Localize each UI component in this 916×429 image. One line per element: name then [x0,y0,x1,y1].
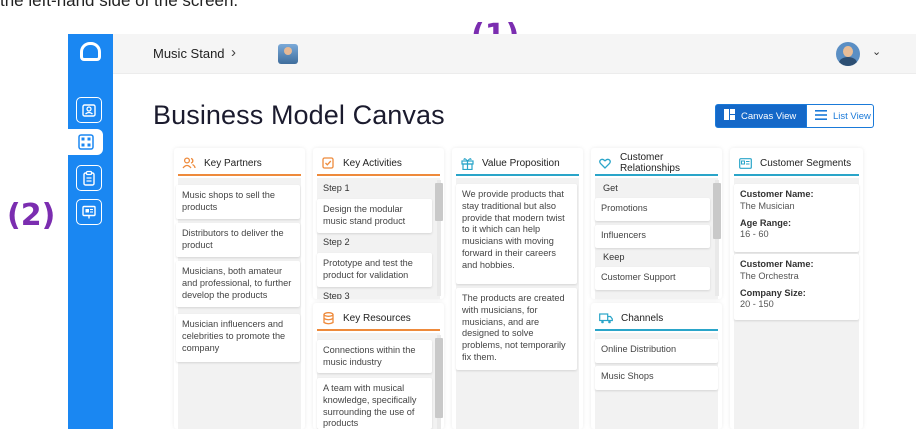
segment-card[interactable]: Customer Name: The Orchestra Company Siz… [734,254,859,320]
list-item[interactable]: Promotions [595,198,710,221]
clipboard-icon[interactable] [76,165,102,191]
id-card-icon [738,156,752,170]
key-partners-panel: Key Partners Music shops to sell the pro… [174,148,305,429]
channels-header: Channels [595,307,718,331]
key-activities-panel: Key Activities Step 1 Design the modular… [313,148,444,299]
list-item[interactable]: Music Shops [595,366,718,390]
page-title: Business Model Canvas [153,100,445,130]
group-label: Get [603,183,618,193]
key-partners-header: Key Partners [178,152,301,176]
gift-icon [460,156,474,170]
segment-field-label: Age Range: [740,217,792,228]
profile-card-icon[interactable] [76,97,102,123]
database-icon [321,311,335,325]
group-label: Keep [603,252,625,262]
customer-relationships-title: Customer Relationships [619,152,680,174]
channels-panel: Channels Online Distribution Music Shops [591,303,722,429]
partners-icon [182,156,196,170]
truck-icon [599,311,613,325]
top-bar: Music Stand › ⌄ [113,34,916,74]
breadcrumb-separator-icon: › [231,44,236,61]
user-avatar[interactable] [836,42,860,66]
key-activities-header: Key Activities [317,152,440,176]
list-item[interactable]: Prototype and test the product for valid… [317,253,432,287]
screen: the left-hand side of the screen. (1) (2… [0,0,916,429]
list-item[interactable]: A team with musical knowledge, specifica… [317,378,432,429]
customer-relationships-header: Customer Relationships [595,152,718,176]
value-proposition-title: Value Proposition [482,157,560,169]
breadcrumb-project[interactable]: Music Stand [153,46,225,61]
canvas-view-button[interactable]: Canvas View [715,104,807,128]
list-item[interactable]: Musicians, both amateur and professional… [176,261,300,307]
list-item[interactable]: Customer Support [595,267,710,290]
logo-ring-icon[interactable] [80,42,101,61]
key-partners-title: Key Partners [204,157,262,169]
list-item[interactable]: Musician influencers and celebrities to … [176,314,300,362]
presentation-icon[interactable] [76,199,102,225]
activities-scroll-thumb[interactable] [435,183,443,221]
list-item[interactable]: The products are created with musicians,… [456,288,577,370]
annotation-marker-2: (2) [7,198,56,233]
key-activities-title: Key Activities [343,157,402,169]
segment-field-label: Customer Name: [740,259,814,269]
list-item[interactable]: Distributors to deliver the product [176,223,300,257]
customer-segments-title: Customer Segments [760,157,852,169]
list-view-button[interactable]: List View [807,104,874,128]
step-label: Step 1 [323,183,350,193]
instruction-caption: the left-hand side of the screen. [0,0,239,10]
list-item[interactable]: Online Distribution [595,339,718,363]
heart-icon [599,156,612,170]
list-item[interactable]: We provide products that stay traditiona… [456,184,577,284]
segment-field-value: The Orchestra [740,270,799,281]
list-item[interactable]: Design the modular music stand product [317,199,432,233]
segment-card[interactable]: Customer Name: The Musician Age Range: 1… [734,184,859,252]
segment-field-value: 20 - 150 [740,299,774,310]
segment-field-label: Company Size: [740,287,806,298]
segment-field-value: The Musician [740,200,795,211]
key-resources-title: Key Resources [343,312,411,324]
list-view-label: List View [833,110,871,122]
project-thumbnail[interactable] [278,44,298,64]
chevron-down-icon[interactable]: ⌄ [872,45,881,58]
activities-checklist-icon [321,156,335,170]
segment-field-value: 16 - 60 [740,229,769,240]
value-proposition-header: Value Proposition [456,152,579,176]
customer-segments-panel: Customer Segments Customer Name: The Mus… [730,148,863,429]
step-label: Step 2 [323,237,350,247]
key-resources-header: Key Resources [317,307,440,331]
sidebar [68,34,113,429]
list-view-icon [815,109,827,123]
key-resources-panel: Key Resources Connections within the mus… [313,303,444,429]
customer-relationships-panel: Customer Relationships Get Promotions In… [591,148,722,299]
list-item[interactable]: Influencers [595,225,710,248]
canvas-view-icon [724,109,735,123]
value-proposition-panel: Value Proposition We provide products th… [452,148,583,429]
list-item[interactable]: Music shops to sell the products [176,185,300,219]
relationships-scroll-thumb[interactable] [713,183,721,239]
customer-segments-header: Customer Segments [734,152,859,176]
channels-title: Channels [621,312,664,324]
segment-field-label: Customer Name: [740,189,814,199]
step-label: Step 3 [323,291,350,299]
list-item[interactable]: Connections within the music industry [317,340,432,373]
view-toggle: Canvas View List View [715,104,874,128]
canvas-view-label: Canvas View [741,110,797,122]
resources-scroll-thumb[interactable] [435,338,443,418]
canvas-grid-icon[interactable] [68,129,103,155]
